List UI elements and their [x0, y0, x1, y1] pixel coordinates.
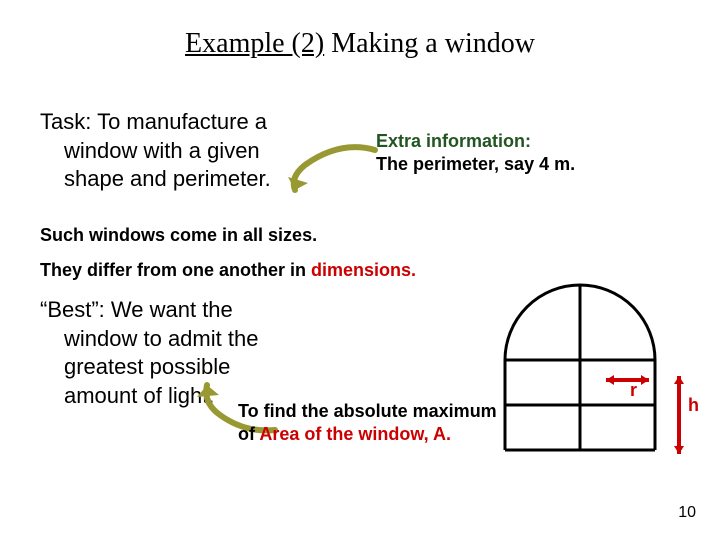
all-sizes-text: Such windows come in all sizes. [40, 225, 317, 246]
differ-red: dimensions. [311, 260, 416, 280]
best-l2: window to admit the [40, 325, 350, 354]
find-text: To find the absolute maximum of Area of … [238, 400, 498, 445]
r-label: r [630, 380, 637, 401]
title-rest: Making a window [324, 28, 535, 59]
extra-l2: The perimeter, say 4 m. [376, 153, 575, 176]
differ-text: They differ from one another in dimensio… [40, 260, 416, 281]
r-arrow-icon [600, 371, 655, 389]
task-l1: Task: To manufacture a [40, 109, 267, 134]
find-red: Area of the window, A. [259, 424, 451, 444]
page-number: 10 [678, 504, 696, 522]
h-arrow-icon [670, 370, 688, 460]
arrow-icon [280, 135, 380, 195]
title-prefix: Example (2) [185, 28, 324, 59]
h-label: h [688, 395, 699, 416]
extra-info: Extra information: The perimeter, say 4 … [376, 130, 575, 175]
best-l1: “Best”: We want the [40, 297, 233, 322]
slide-title: Example (2) Making a window [0, 0, 720, 60]
extra-l1: Extra information: [376, 130, 575, 153]
differ-prefix: They differ from one another in [40, 260, 311, 280]
